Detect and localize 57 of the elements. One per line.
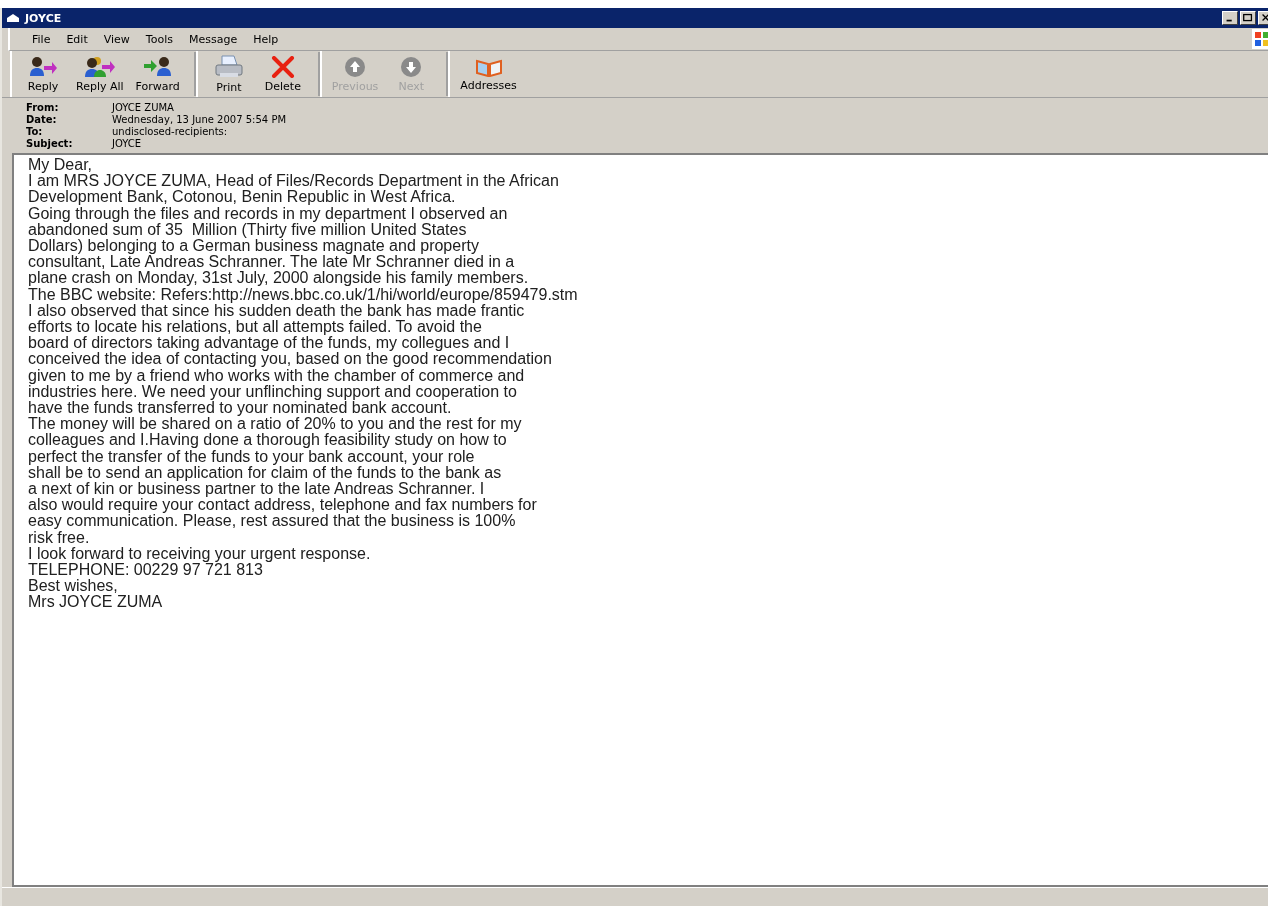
- printer-icon: [213, 54, 244, 79]
- message-line: plane crash on Monday, 31st July, 2000 alongside his family members.: [28, 270, 530, 287]
- delete-icon: [270, 55, 295, 78]
- message-line: also would require your contact address, telephone and fax numbers for: [28, 497, 538, 514]
- message-line: abandoned sum of 35 Million (Thirty five million United States: [28, 221, 468, 238]
- toolbar-button[interactable]: Forward: [129, 51, 186, 97]
- toolbar-button[interactable]: Addresses: [454, 51, 523, 97]
- message-line: The money will be shared on a ratio of 20% to you and the rest for my: [28, 416, 523, 433]
- message-line: efforts to locate his relations, but all attempts failed. To avoid the: [28, 319, 482, 336]
- people-arrow-icon: [83, 55, 116, 78]
- menu-item[interactable]: Edit: [58, 30, 96, 48]
- menu-item[interactable]: File: [24, 30, 59, 48]
- message-line: risk free.: [28, 529, 91, 546]
- message-line: have the funds transferred to your nominated bank account.: [28, 400, 452, 417]
- menu-item[interactable]: Tools: [137, 30, 181, 48]
- message-line: My Dear,: [28, 157, 92, 174]
- minimize-button[interactable]: [1222, 11, 1238, 25]
- toolbar-button[interactable]: Print: [201, 51, 256, 97]
- menu-item[interactable]: View: [95, 30, 138, 48]
- message-line: consultant, Late Andreas Schranner. The late Mr Schranner died in a: [28, 254, 516, 271]
- message-line: Mrs JOYCE ZUMA: [28, 594, 164, 611]
- message-line: Best wishes,: [28, 578, 119, 595]
- message-line: I look forward to receiving your urgent response.: [28, 545, 372, 563]
- message-line: a next of kin or business partner to the late Andreas Schranner. I: [28, 481, 486, 498]
- message-line: shall be to send an application for claim of the funds to the bank as: [28, 464, 503, 482]
- message-line: Development Bank, Cotonou, Benin Republic in West Africa.: [28, 189, 456, 206]
- people-arrow-icon: [28, 55, 58, 78]
- message-line: given to me by a friend who works with the chamber of commerce and: [28, 367, 526, 384]
- menu-item[interactable]: Message: [180, 30, 246, 48]
- message-line: I am MRS JOYCE ZUMA, Head of Files/Records Department in the African: [28, 173, 560, 190]
- header-value: JOYCE ZUMA: [112, 102, 175, 113]
- message-line: The BBC website: Refers:http://news.bbc.co.uk/1/hi/world/europe/859479.stm: [28, 286, 579, 303]
- header-label: From:: [26, 102, 60, 113]
- header-value: JOYCE: [112, 138, 143, 149]
- window-title: JOYCE: [25, 11, 62, 25]
- message-line: Going through the files and records in my department I observed an: [28, 205, 509, 222]
- toolbar-button[interactable]: Reply All: [70, 51, 130, 97]
- message-line: I also observed that since his sudden death the bank has made frantic: [28, 302, 525, 320]
- header-label: Subject:: [26, 138, 74, 149]
- header-label: Date:: [26, 114, 58, 125]
- message-line: TELEPHONE: 00229 97 721 813: [28, 562, 263, 579]
- message-line: easy communication. Please, rest assured that the business is 100%: [28, 513, 517, 530]
- message-line: board of directors taking advantage of the funds, my collegues and I: [28, 335, 510, 352]
- message-line: perfect the transfer of the funds to your bank account, your role: [28, 448, 475, 465]
- header-label: To:: [26, 126, 44, 137]
- menu-item[interactable]: Help: [245, 30, 287, 48]
- windows-logo-icon: [1254, 31, 1268, 47]
- message-line: colleagues and I.Having done a thorough feasibility study on how to: [28, 432, 507, 449]
- message-line: Dollars) belonging to a German business magnate and property: [28, 238, 479, 255]
- message-line: industries here. We need your unflinching support and cooperation to: [28, 383, 518, 401]
- header-value: Wednesday, 13 June 2007 5:54 PM: [112, 114, 287, 125]
- toolbar-button[interactable]: Reply: [16, 51, 70, 97]
- people-arrow-icon: [142, 55, 173, 78]
- maximize-button[interactable]: [1240, 11, 1256, 25]
- header-value: undisclosed-recipients:: [112, 126, 229, 137]
- message-line: conceived the idea of contacting you, based on the good recommendation: [28, 351, 553, 368]
- toolbar-button[interactable]: Delete: [255, 51, 310, 97]
